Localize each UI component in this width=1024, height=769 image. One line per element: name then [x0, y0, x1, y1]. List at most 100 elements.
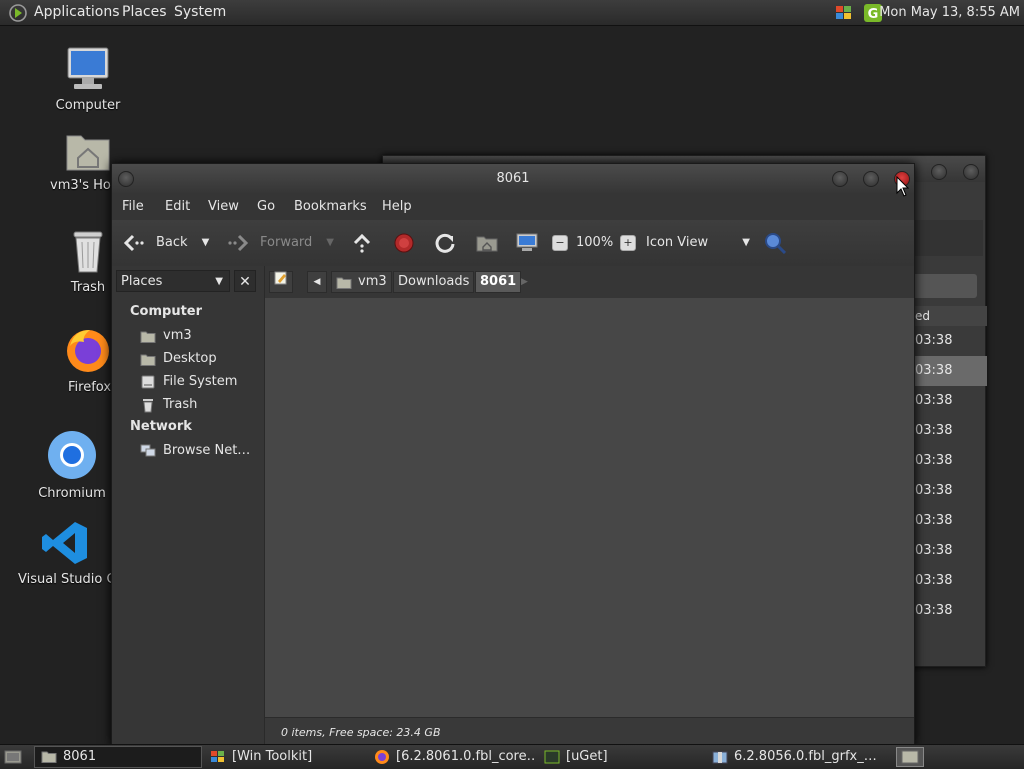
- taskbar-item-label: [Win Toolkit]: [232, 749, 313, 764]
- list-item[interactable]: 03:38: [911, 326, 987, 356]
- desktop-folder-icon: [140, 352, 156, 366]
- taskbar-item-label: [6.2.8061.0.fbl_core…: [396, 749, 536, 764]
- back-button[interactable]: Back ▼: [122, 220, 209, 266]
- menu-view[interactable]: View: [208, 194, 239, 220]
- trash-icon: [140, 398, 156, 412]
- trash-icon: [73, 231, 103, 273]
- desktop-icon-firefox[interactable]: Firefox: [54, 326, 112, 395]
- windows-flag-icon[interactable]: [834, 4, 854, 22]
- distro-logo-icon[interactable]: [8, 3, 28, 23]
- applications-menu[interactable]: Applications: [34, 0, 120, 25]
- chevron-down-icon[interactable]: ▼: [202, 220, 210, 266]
- desktop-icon-vscode[interactable]: Visual Studio Co: [18, 520, 112, 587]
- desktop-icon-label: Chromium: [38, 486, 106, 501]
- list-item[interactable]: 03:38: [911, 536, 987, 566]
- close-icon: ✕: [239, 274, 251, 290]
- view-mode-select[interactable]: Icon View ▼: [646, 220, 750, 266]
- view-mode-label: Icon View: [646, 235, 709, 250]
- top-panel: Applications Places System G Mon May 13,…: [0, 0, 1024, 26]
- places-select[interactable]: Places ▼: [116, 270, 230, 292]
- stop-button[interactable]: [394, 220, 414, 266]
- sidebar-item-vm3[interactable]: vm3: [140, 326, 192, 346]
- folder-icon: [41, 749, 57, 765]
- computer-button[interactable]: [516, 220, 538, 266]
- path-scroll-right-button[interactable]: ▶: [521, 271, 528, 293]
- list-item[interactable]: 03:38: [911, 386, 987, 416]
- taskbar-item-8061[interactable]: 8061: [34, 746, 202, 768]
- menu-bookmarks[interactable]: Bookmarks: [294, 194, 367, 220]
- file-manager-window[interactable]: 8061 File Edit View Go Bookmarks Help Ba…: [111, 163, 915, 747]
- zoom-level[interactable]: 100%: [576, 220, 613, 266]
- reload-icon: [434, 232, 456, 254]
- menu-file[interactable]: File: [122, 194, 144, 220]
- window-title: 8061: [496, 171, 530, 186]
- close-button[interactable]: [963, 163, 979, 180]
- list-item[interactable]: 03:38: [911, 566, 987, 596]
- show-desktop-icon[interactable]: [4, 749, 22, 765]
- list-item[interactable]: 03:38: [911, 506, 987, 536]
- sidebar-item-desktop[interactable]: Desktop: [140, 349, 217, 369]
- reload-button[interactable]: [434, 220, 456, 266]
- sidebar: Places ▼ ✕ Computer vm3 Desktop File Sys…: [112, 266, 265, 746]
- sidebar-item-file-system[interactable]: File System: [140, 372, 237, 392]
- forward-label: Forward: [260, 235, 313, 250]
- close-sidebar-button[interactable]: ✕: [234, 270, 256, 292]
- taskbar: 8061 [Win Toolkit] [6.2.8061.0.fbl_core……: [0, 744, 1024, 769]
- path-scroll-left-button[interactable]: ◀: [307, 271, 327, 293]
- desktop-icon-home[interactable]: vm3's Hor: [44, 128, 112, 193]
- column-header-modified[interactable]: ed: [911, 306, 987, 326]
- taskbar-item-win-toolkit[interactable]: [Win Toolkit]: [204, 746, 366, 768]
- desktop-icon-computer[interactable]: Computer: [44, 46, 132, 113]
- home-folder-icon: [140, 329, 156, 343]
- list-item[interactable]: 03:38: [911, 416, 987, 446]
- search-button[interactable]: [764, 220, 786, 266]
- computer-icon: [516, 233, 538, 253]
- taskbar-item-firefox[interactable]: [6.2.8061.0.fbl_core…: [368, 746, 536, 768]
- clock[interactable]: Mon May 13, 8:55 AM: [879, 0, 1020, 25]
- background-combo[interactable]: [911, 274, 977, 298]
- zoom-in-button[interactable]: +: [620, 220, 636, 266]
- sidebar-heading-computer: Computer: [130, 304, 203, 319]
- firefox-icon: [374, 749, 390, 765]
- breadcrumb-label: Downloads: [398, 274, 470, 289]
- home-button[interactable]: [476, 220, 498, 266]
- sidebar-item-browse-network[interactable]: Browse Net…: [140, 441, 250, 461]
- taskbar-item-grfx[interactable]: 6.2.8056.0.fbl_grfx_…: [706, 746, 878, 768]
- status-bar: 0 items, Free space: 23.4 GB: [265, 717, 914, 746]
- list-item[interactable]: 03:38: [911, 596, 987, 626]
- list-item[interactable]: 03:38: [911, 476, 987, 506]
- search-icon: [764, 232, 786, 254]
- breadcrumb-8061[interactable]: 8061: [475, 271, 522, 293]
- minimize-button[interactable]: [831, 170, 848, 187]
- window-titlebar[interactable]: 8061: [112, 164, 914, 194]
- maximize-button[interactable]: [862, 170, 879, 187]
- zoom-in-icon: +: [620, 235, 636, 251]
- taskbar-item-uget[interactable]: [uGet]: [538, 746, 704, 768]
- workspace-switcher-icon[interactable]: [896, 747, 924, 767]
- home-folder-icon: [476, 234, 498, 252]
- breadcrumb-vm3[interactable]: vm3: [331, 271, 392, 293]
- sidebar-item-label: File System: [163, 374, 238, 389]
- places-menu[interactable]: Places: [122, 0, 167, 25]
- file-view[interactable]: [265, 298, 914, 717]
- menu-go[interactable]: Go: [257, 194, 275, 220]
- menu-edit[interactable]: Edit: [165, 194, 190, 220]
- breadcrumb-downloads[interactable]: Downloads: [393, 271, 475, 293]
- list-item[interactable]: 03:38: [911, 356, 987, 386]
- forward-button[interactable]: Forward ▼: [226, 220, 334, 266]
- taskbar-item-label: 6.2.8056.0.fbl_grfx_…: [734, 749, 877, 764]
- chevron-down-icon[interactable]: ▼: [326, 220, 334, 266]
- sidebar-item-trash[interactable]: Trash: [140, 395, 197, 415]
- system-menu[interactable]: System: [174, 0, 226, 25]
- list-item[interactable]: 03:38: [911, 446, 987, 476]
- up-button[interactable]: [352, 220, 372, 266]
- zoom-out-button[interactable]: −: [552, 220, 568, 266]
- toolbar: Back ▼ Forward ▼ − 100% + Icon View ▼: [112, 220, 914, 267]
- maximize-button[interactable]: [930, 163, 947, 180]
- up-arrow-icon: [352, 233, 372, 253]
- desktop-icon-chromium[interactable]: Chromium: [34, 430, 110, 501]
- drive-icon: [140, 375, 156, 389]
- window-menu-button[interactable]: [118, 171, 134, 187]
- menu-help[interactable]: Help: [382, 194, 412, 220]
- toggle-location-entry-button[interactable]: [269, 271, 293, 293]
